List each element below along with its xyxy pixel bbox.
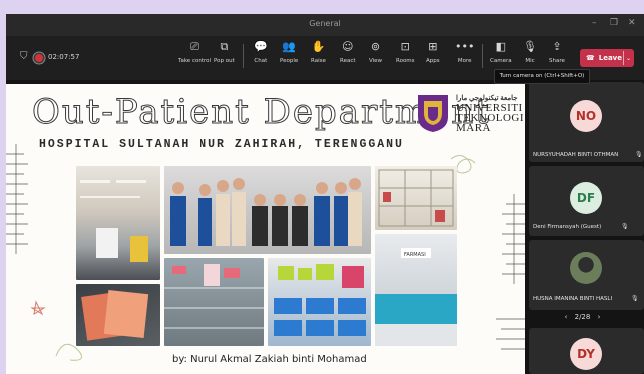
mic-label: Mic	[525, 58, 535, 64]
avatar: DY	[570, 338, 602, 370]
raise-hand-button[interactable]: ✋ Raise	[311, 40, 326, 64]
raise-hand-label: Raise	[311, 58, 326, 64]
people-label: People	[280, 58, 299, 64]
view-icon: ⊚	[370, 40, 381, 53]
photo-pharmacy-entrance: FARMASI	[375, 234, 457, 346]
avatar	[570, 252, 602, 284]
participants-panel: NO NURSYUHADAH BINTI OTHMAN 🎙 DF Deni Fi…	[525, 80, 644, 374]
apps-icon: ⊞	[428, 40, 438, 53]
mic-muted-icon: 🎙	[635, 151, 643, 158]
meeting-timer: 02:07:57	[48, 53, 80, 61]
photo-staff-group	[164, 166, 371, 254]
mic-muted-icon: 🎙	[621, 223, 629, 230]
chevron-down-icon[interactable]: ⌄	[626, 55, 631, 62]
toolbar-divider	[482, 44, 483, 68]
mic-muted-icon: 🎙	[631, 295, 639, 302]
mic-button[interactable]: 🎙 Mic	[523, 40, 537, 64]
react-button[interactable]: ☺ React	[340, 40, 356, 64]
people-button[interactable]: 👥 People	[280, 40, 298, 64]
camera-button[interactable]: ◧ Camera	[490, 40, 512, 64]
photo-drug-bins	[268, 258, 371, 346]
maximize-button[interactable]: ❐	[610, 18, 618, 28]
pager-count: 2/28	[574, 313, 591, 321]
pop-out-label: Pop out	[214, 58, 235, 64]
university-name: جامعة تيكنولوجي مارا UNIVERSITI TEKNOLOG…	[456, 93, 524, 134]
participant-tile[interactable]: NO NURSYUHADAH BINTI OTHMAN 🎙	[529, 82, 644, 162]
mic-off-icon: 🎙	[523, 40, 537, 53]
share-label: Share	[549, 58, 565, 64]
slide-subtitle: HOSPITAL SULTANAH NUR ZAHIRAH, TERENGGAN…	[39, 138, 404, 151]
rooms-button[interactable]: ⊡ Rooms	[396, 40, 415, 64]
avatar: DF	[570, 182, 602, 214]
leave-button[interactable]: ☎ Leave ⌄	[580, 49, 634, 67]
close-button[interactable]: ✕	[628, 18, 636, 28]
shared-slide: Out-Patient Department HOSPITAL SULTANAH…	[6, 84, 525, 374]
participant-name: NURSYUHADAH BINTI OTHMAN	[533, 152, 619, 158]
chat-icon: 💬	[254, 40, 268, 53]
pager-prev-button[interactable]: ‹	[565, 313, 568, 321]
recording-indicator-icon	[35, 54, 43, 62]
participant-tile[interactable]: DY	[529, 328, 644, 374]
participant-name: Deni Firmansyah (Guest)	[533, 224, 602, 230]
chat-button[interactable]: 💬 Chat	[254, 40, 268, 64]
share-button[interactable]: ⇪ Share	[549, 40, 565, 64]
teams-window: General – ❐ ✕ ⛉ 02:07:57 ⎚ Take control …	[6, 14, 644, 374]
rooms-label: Rooms	[396, 58, 415, 64]
raise-hand-icon: ✋	[311, 40, 326, 53]
photo-medicine-shelves	[164, 258, 264, 346]
phone-hangup-icon: ☎	[586, 54, 595, 62]
chat-label: Chat	[254, 58, 268, 64]
take-control-label: Take control	[178, 58, 212, 64]
camera-label: Camera	[490, 58, 512, 64]
pop-out-button[interactable]: ⧉ Pop out	[214, 40, 235, 64]
participant-tile[interactable]: DF Deni Firmansyah (Guest) 🎙	[529, 166, 644, 236]
more-label: More	[457, 58, 472, 64]
pager-next-button[interactable]: ›	[598, 313, 601, 321]
photo-pharmacy-counter	[76, 166, 160, 280]
more-button[interactable]: ••• More	[455, 40, 474, 64]
toolbar-divider	[243, 44, 244, 68]
camera-tooltip: Turn camera on (Ctrl+Shift+O)	[494, 69, 590, 84]
apps-button[interactable]: ⊞ Apps	[426, 40, 440, 64]
uitm-logo-icon	[418, 95, 448, 132]
view-label: View	[369, 58, 383, 64]
view-button[interactable]: ⊚ View	[369, 40, 382, 64]
share-icon: ⇪	[552, 40, 562, 53]
pharmacy-sign-text: FARMASI	[404, 252, 426, 258]
react-label: React	[340, 58, 356, 64]
rooms-icon: ⊡	[400, 40, 410, 53]
shield-icon: ⛉	[20, 51, 28, 62]
university-line-3: MARA	[456, 122, 492, 134]
take-control-button[interactable]: ⎚ Take control	[178, 40, 211, 64]
participant-pager: ‹ 2/28 ›	[525, 313, 640, 321]
avatar: NO	[570, 100, 602, 132]
react-icon: ☺	[342, 40, 354, 53]
pop-out-icon: ⧉	[220, 40, 229, 53]
window-title: General	[309, 19, 341, 28]
camera-off-icon: ◧	[495, 40, 506, 53]
minimize-button[interactable]: –	[592, 18, 597, 28]
slide-author: by: Nurul Akmal Zakiah binti Mohamad	[172, 354, 367, 365]
photo-prescription-folders	[76, 284, 160, 346]
title-bar: General – ❐ ✕	[6, 14, 644, 36]
participant-name: HUSNA IMANINA BINTI HASLI	[533, 296, 613, 302]
take-control-icon: ⎚	[190, 40, 199, 53]
apps-label: Apps	[426, 58, 440, 64]
participant-tile[interactable]: HUSNA IMANINA BINTI HASLI 🎙	[529, 240, 644, 310]
photo-storage-shelf	[375, 166, 457, 230]
more-icon: •••	[455, 40, 475, 53]
leave-label: Leave	[598, 54, 622, 62]
leave-divider	[623, 51, 624, 65]
people-icon: 👥	[282, 40, 296, 53]
